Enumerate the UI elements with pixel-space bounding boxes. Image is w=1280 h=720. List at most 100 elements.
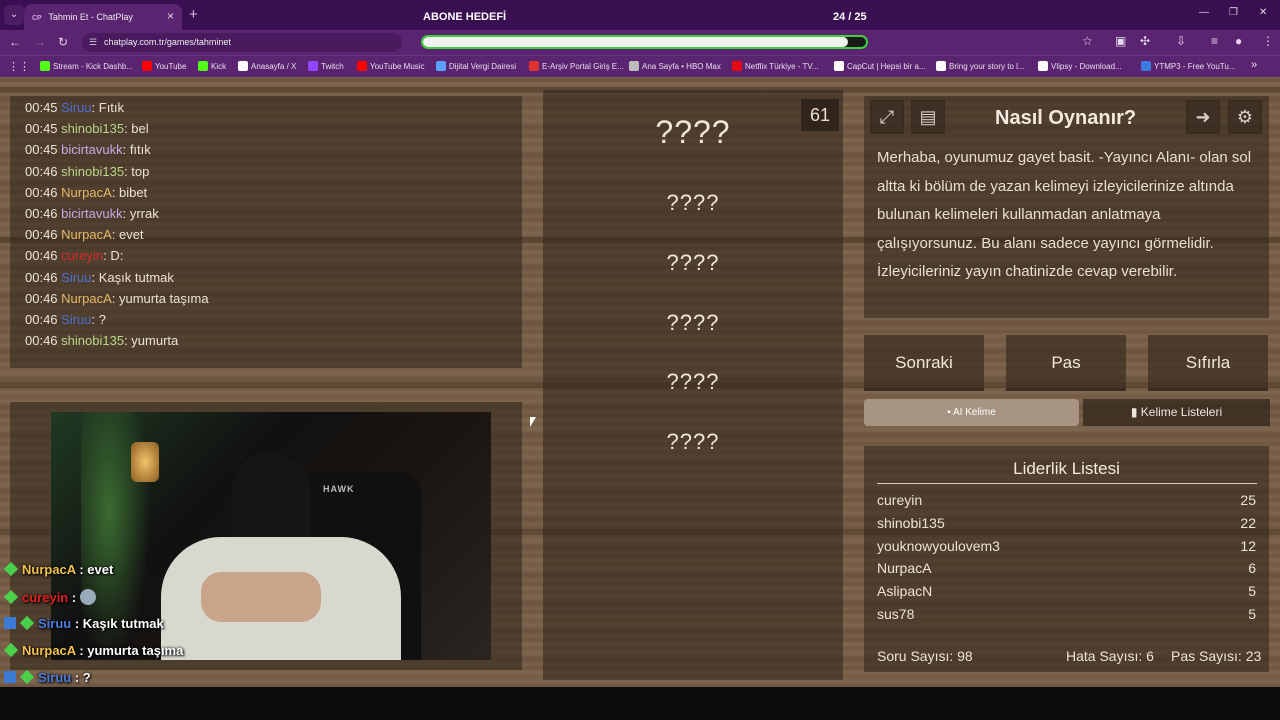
bookmark-item[interactable]: Kick — [198, 61, 226, 71]
stream-chat-message: cureyin : — [0, 589, 96, 605]
chat-text: : yumurta — [124, 333, 179, 349]
settings-gear-icon[interactable]: ⚙ — [1228, 100, 1262, 134]
bookmark-favicon-icon — [732, 61, 742, 71]
media-icon[interactable]: ≡ — [1211, 34, 1218, 48]
leaderboard-score: 22 — [1240, 514, 1256, 531]
back-icon[interactable]: ← — [9, 35, 21, 49]
chat-text: : bel — [124, 121, 149, 137]
bookmark-star-icon[interactable]: ☆ — [1082, 34, 1093, 48]
bookmark-item[interactable]: Stream - Kick Dashb... — [40, 61, 133, 71]
fullscreen-icon[interactable]: ⤢ — [870, 100, 904, 134]
exit-icon[interactable]: ➜ — [1186, 100, 1220, 134]
leaderboard-score: 25 — [1240, 492, 1256, 508]
bookmark-item[interactable]: Dijital Vergi Dairesi — [436, 61, 516, 71]
bookmark-item[interactable]: E-Arşiv Portal Giriş E... — [529, 61, 624, 71]
bookmark-item[interactable]: Anasayfa / X — [238, 61, 296, 71]
emote-icon — [79, 589, 96, 605]
stream-chat-text: : Kaşık tutmak — [71, 616, 164, 631]
leaderboard-score: 6 — [1248, 560, 1256, 577]
menu-dots-icon[interactable]: ⋮ — [1262, 34, 1274, 48]
url-field[interactable]: ☰ chatplay.com.tr/games/tahminet — [82, 33, 402, 52]
chat-text: : D: — [103, 248, 124, 264]
chat-username: Siruu — [61, 100, 92, 115]
bookmark-favicon-icon — [629, 61, 639, 71]
sub-badge-icon — [19, 615, 35, 631]
minimize-icon[interactable]: — — [1199, 7, 1209, 18]
chat-message: 00:46 cureyin: D: — [25, 248, 123, 263]
tab-title: Tahmin Et - ChatPlay — [48, 12, 133, 22]
stream-chat-text: : yumurta taşıma — [75, 643, 184, 658]
url-text: chatplay.com.tr/games/tahminet — [104, 37, 231, 47]
word-lists-button[interactable]: ▮ Kelime Listeleri — [1083, 399, 1270, 426]
leaderboard-panel — [864, 446, 1269, 672]
reset-button[interactable]: Sıfırla — [1148, 335, 1268, 391]
browser-tab-bar: ⌄ CP Tahmin Et - ChatPlay × + ABONE HEDE… — [0, 0, 1280, 30]
chat-message: 00:45 bicirtavukk: fıtık — [25, 142, 151, 157]
next-button[interactable]: Sonraki — [864, 335, 984, 391]
bookmark-label: Anasayfa / X — [251, 62, 297, 71]
bookmark-item[interactable]: YouTube Music — [357, 61, 425, 71]
bookmark-item[interactable]: Netflix Türkiye - TV... — [732, 61, 819, 71]
chat-time: 00:46 — [25, 290, 58, 306]
extension-icon[interactable]: ▣ — [1115, 34, 1126, 48]
bookmark-item[interactable]: Bring your story to l... — [936, 61, 1025, 71]
chat-username: Siruu — [61, 269, 92, 285]
close-window-icon[interactable]: ✕ — [1259, 7, 1267, 18]
bookmark-item[interactable]: Twitch — [308, 61, 344, 71]
bookmark-favicon-icon — [436, 61, 446, 71]
bookmark-item[interactable]: CapCut | Hepsi bir a... — [834, 61, 926, 71]
leaderboard-name: sus78 — [877, 606, 915, 622]
chat-username: shinobi135 — [61, 163, 125, 179]
how-to-play-text: Merhaba, oyunumuz gayet basit. -Yayıncı … — [877, 149, 1252, 280]
bookmark-item[interactable]: YouTube — [142, 61, 186, 71]
tab-search-chevron-icon[interactable]: ⌄ — [4, 5, 24, 25]
new-tab-icon[interactable]: + — [189, 6, 198, 23]
chat-message: 00:46 Siruu: ? — [25, 312, 106, 327]
chat-username: bicirtavukk — [61, 142, 123, 158]
bookmark-label: Vlipsy - Download... — [1051, 62, 1122, 71]
forward-icon[interactable]: → — [34, 35, 46, 49]
site-info-icon[interactable]: ☰ — [89, 33, 97, 52]
leaderboard-row: cureyin 25 — [877, 492, 1257, 508]
bookmark-label: YouTube — [155, 62, 187, 71]
bookmark-item[interactable]: Vlipsy - Download... — [1038, 61, 1122, 71]
leaderboard-divider — [877, 483, 1257, 484]
stream-chat-username: Siruu — [38, 670, 72, 685]
chat-time: 00:46 — [25, 312, 58, 327]
how-to-play-title: Nasıl Oynanır? — [995, 107, 1137, 129]
mouse-cursor — [530, 417, 536, 427]
leaderboard-score: 12 — [1240, 537, 1256, 554]
chat-panel: 00:45 Siruu: Fıtık 00:45 shinobi135: bel 0… — [10, 96, 522, 368]
apps-grid-icon[interactable]: ⋮⋮ — [8, 60, 30, 73]
chair-logo: HAWK — [323, 484, 355, 494]
document-icon[interactable]: ▤ — [911, 100, 945, 134]
leaderboard-name: NurpacA — [877, 560, 932, 577]
maximize-icon[interactable]: ❐ — [1229, 7, 1238, 18]
profile-avatar-icon[interactable]: ● — [1235, 34, 1242, 48]
leaderboard-name: shinobi135 — [877, 514, 945, 531]
close-tab-icon[interactable]: × — [167, 7, 174, 25]
browser-tab[interactable]: CP Tahmin Et - ChatPlay × — [24, 4, 182, 30]
leaderboard-name: youknowyoulovem3 — [877, 537, 1000, 554]
mod-badge-icon — [4, 671, 16, 683]
reload-icon[interactable]: ↻ — [58, 35, 68, 49]
stream-chat-message: Siruu : Kaşık tutmak — [0, 615, 164, 631]
more-bookmarks-icon[interactable]: » — [1251, 59, 1257, 71]
downloads-icon[interactable]: ⇩ — [1176, 34, 1186, 48]
bookmark-item[interactable]: YTMP3 - Free YouTu... — [1141, 61, 1236, 71]
stream-bottom-bar — [0, 687, 1280, 720]
chat-time: 00:46 — [25, 269, 58, 285]
ai-word-button[interactable]: ▪ AI Kelime — [864, 399, 1079, 426]
leaderboard-score: 5 — [1248, 583, 1256, 600]
chat-text: : ? — [91, 312, 106, 327]
chat-time: 00:46 — [25, 227, 58, 243]
stream-chat-text: : ? — [71, 670, 91, 685]
sub-badge-icon — [3, 589, 19, 605]
puzzle-icon[interactable]: ✣ — [1140, 34, 1150, 48]
stream-chat-username: Siruu — [38, 616, 72, 631]
bookmark-favicon-icon — [357, 61, 367, 71]
pass-button[interactable]: Pas — [1006, 335, 1126, 391]
bookmarks-bar: ⋮⋮ Stream - Kick Dashb... YouTube Kick Anas… — [0, 55, 1280, 77]
bookmark-item[interactable]: Ana Sayfa • HBO Max — [629, 61, 721, 71]
chat-username: NurpacA — [61, 227, 112, 243]
